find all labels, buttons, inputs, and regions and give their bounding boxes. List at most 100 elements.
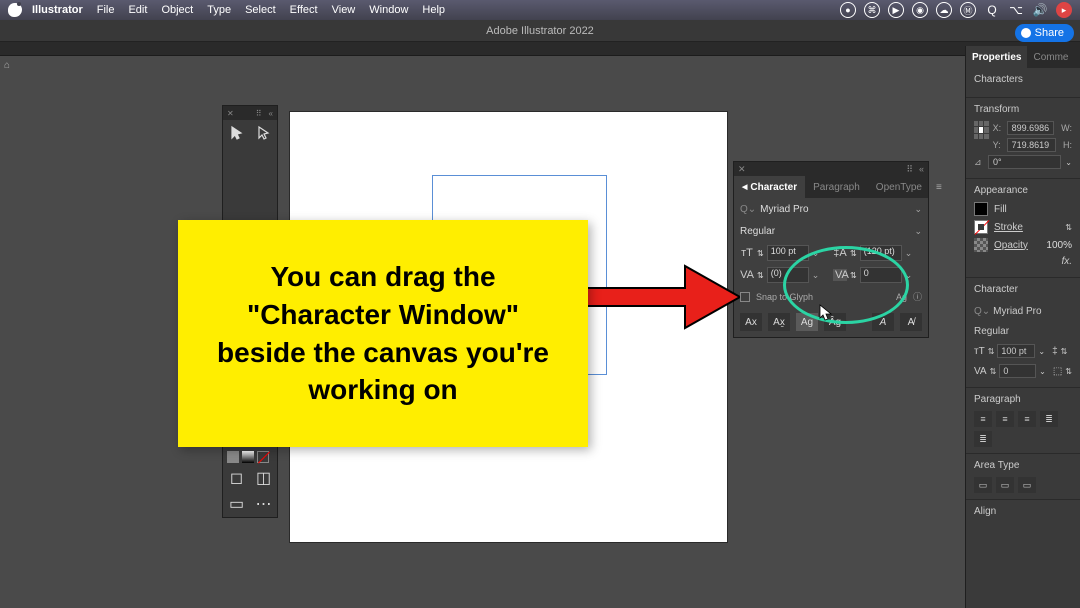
align-right-button[interactable]: ≡	[1018, 411, 1036, 427]
tab-paragraph[interactable]: Paragraph	[805, 176, 868, 198]
justify-button[interactable]: ≣	[974, 431, 992, 447]
font-family-dropdown[interactable]: Myriad Pro	[760, 204, 910, 215]
stepper-icon[interactable]: ⇅	[850, 271, 857, 280]
tray-icon[interactable]: ●	[840, 2, 856, 18]
menu-type[interactable]: Type	[207, 4, 231, 16]
tab-properties[interactable]: Properties	[966, 46, 1027, 68]
glyph-button[interactable]: A	[872, 313, 894, 331]
control-center-icon[interactable]: ⌥	[1008, 2, 1024, 18]
tab-layers[interactable]: La	[1074, 46, 1080, 68]
kerning-field[interactable]: (0)	[767, 267, 809, 283]
glyph-button[interactable]: A̸	[900, 313, 922, 331]
edit-toolbar-icon[interactable]: ⋯	[250, 491, 277, 517]
glyph-button[interactable]: Ax	[740, 313, 762, 331]
y-field[interactable]: 719.8619	[1007, 138, 1056, 152]
align-left-button[interactable]: ≡	[974, 411, 992, 427]
tray-icon[interactable]: ▶	[888, 2, 904, 18]
tray-icon[interactable]: ☁	[936, 2, 952, 18]
snap-checkbox[interactable]	[740, 292, 750, 302]
close-icon[interactable]: ✕	[738, 164, 746, 175]
stepper-icon[interactable]: ⇅	[1065, 367, 1072, 376]
glyph-button[interactable]: Ag	[796, 313, 818, 331]
chevron-down-icon[interactable]: ⌄	[905, 248, 913, 259]
stepper-icon[interactable]: ⇅	[757, 249, 764, 258]
search-icon[interactable]: Q⌄	[740, 204, 756, 215]
glyph-button[interactable]: Âg	[824, 313, 846, 331]
x-field[interactable]: 899.6986	[1007, 121, 1055, 135]
font-size-field[interactable]: 100 pt	[997, 344, 1035, 358]
rotate-field[interactable]: 0°	[988, 155, 1061, 169]
align-center-button[interactable]: ≡	[996, 411, 1014, 427]
chevron-down-icon[interactable]: ⌄	[914, 226, 922, 237]
volume-icon[interactable]: 🔊	[1032, 2, 1048, 18]
tab-comments[interactable]: Comme	[1027, 46, 1074, 68]
reference-point-icon[interactable]	[974, 121, 989, 139]
tray-icon[interactable]: Ⓜ	[960, 2, 976, 18]
none-mode-icon[interactable]	[257, 451, 269, 463]
menu-edit[interactable]: Edit	[128, 4, 147, 16]
stepper-icon[interactable]: ⇅	[988, 347, 995, 356]
menu-select[interactable]: Select	[245, 4, 276, 16]
tray-icon[interactable]: ⌘	[864, 2, 880, 18]
share-button[interactable]: Share	[1015, 24, 1074, 42]
areatype-button[interactable]: ▭	[974, 477, 992, 493]
menu-window[interactable]: Window	[369, 4, 408, 16]
kerning-icon: VA	[740, 269, 754, 281]
opacity-swatch[interactable]	[974, 238, 988, 252]
font-family-dropdown[interactable]: Myriad Pro	[993, 306, 1072, 317]
tracking-field[interactable]: 0	[860, 267, 902, 283]
chevron-down-icon[interactable]: ⌄	[812, 270, 820, 281]
collapse-icon[interactable]: «	[269, 109, 273, 118]
chevron-down-icon[interactable]: ⌄	[914, 204, 922, 215]
chevron-down-icon[interactable]: ⌄	[905, 270, 913, 281]
app-name[interactable]: Illustrator	[32, 4, 83, 16]
selection-tool[interactable]	[223, 120, 250, 146]
menu-help[interactable]: Help	[422, 4, 445, 16]
tab-character[interactable]: Character	[734, 176, 805, 198]
stepper-icon[interactable]: ⇅	[850, 249, 857, 258]
snap-icon[interactable]: Ag	[896, 292, 907, 302]
fx-button[interactable]: fx.	[1061, 256, 1072, 267]
tray-icon[interactable]: ◉	[912, 2, 928, 18]
character-panel[interactable]: ✕⠿« Character Paragraph OpenType ≡ Q⌄ My…	[733, 161, 929, 338]
glyph-button[interactable]: Ax̱	[768, 313, 790, 331]
gradient-mode-icon[interactable]	[242, 451, 254, 463]
stepper-icon[interactable]: ⇅	[757, 271, 764, 280]
stroke-swatch[interactable]	[974, 220, 988, 234]
draw-mode-icon[interactable]: ◻	[223, 465, 250, 491]
areatype-button[interactable]: ▭	[996, 477, 1014, 493]
color-mode-icon[interactable]	[227, 451, 239, 463]
panel-menu-icon[interactable]: ≡	[930, 182, 948, 193]
search-icon[interactable]: Q	[984, 2, 1000, 18]
stepper-icon[interactable]: ⇅	[1065, 223, 1072, 232]
menu-view[interactable]: View	[332, 4, 356, 16]
screen-mode-icon[interactable]: ▭	[223, 491, 250, 517]
tracking-field[interactable]: 0	[999, 364, 1036, 378]
draw-mode-icon[interactable]: ◫	[250, 465, 277, 491]
stepper-icon[interactable]: ⇅	[990, 367, 997, 376]
search-icon[interactable]: Q⌄	[974, 306, 990, 317]
leading-field[interactable]: (120 pt)	[860, 245, 902, 261]
home-icon[interactable]: ⌂	[4, 60, 10, 71]
section-label: Characters	[974, 74, 1072, 85]
apple-menu-icon[interactable]	[8, 3, 22, 17]
menu-file[interactable]: File	[97, 4, 115, 16]
close-icon[interactable]: ✕	[227, 109, 235, 117]
opacity-value[interactable]: 100%	[1046, 240, 1072, 251]
font-style-dropdown[interactable]: Regular	[740, 226, 910, 237]
menu-object[interactable]: Object	[161, 4, 193, 16]
properties-panel[interactable]: Properties Comme La Characters Transform…	[965, 46, 1080, 608]
font-style-field[interactable]: Regular	[974, 326, 1072, 337]
info-icon[interactable]: ⓘ	[913, 290, 922, 303]
stepper-icon[interactable]: ⇅	[1061, 347, 1068, 356]
collapse-icon[interactable]: «	[919, 164, 924, 174]
fill-swatch[interactable]	[974, 202, 988, 216]
tray-icon[interactable]: ▸	[1056, 2, 1072, 18]
areatype-button[interactable]: ▭	[1018, 477, 1036, 493]
direct-selection-tool[interactable]	[250, 120, 277, 146]
tab-opentype[interactable]: OpenType	[868, 176, 930, 198]
menu-effect[interactable]: Effect	[290, 4, 318, 16]
chevron-down-icon[interactable]: ⌄	[812, 248, 820, 259]
justify-button[interactable]: ≣	[1040, 411, 1058, 427]
font-size-field[interactable]: 100 pt	[767, 245, 809, 261]
